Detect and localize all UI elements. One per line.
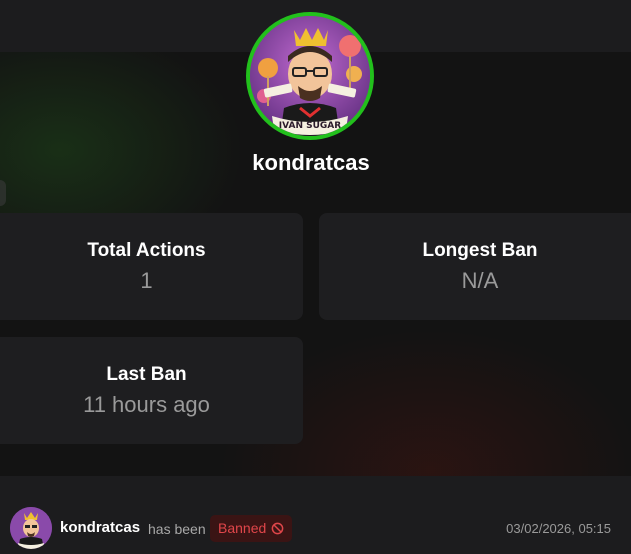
total-actions-card: Total Actions 1 bbox=[0, 213, 303, 320]
status-badge-label: Banned bbox=[218, 520, 267, 536]
activity-avatar[interactable] bbox=[10, 507, 52, 549]
activity-timestamp: 03/02/2026, 05:15 bbox=[506, 521, 611, 536]
activity-avatar-illustration bbox=[10, 507, 52, 549]
total-actions-value: 1 bbox=[140, 268, 153, 293]
activity-text: has been bbox=[148, 521, 206, 537]
profile-username: kondratcas bbox=[252, 150, 370, 175]
avatar-illustration: IVAN SUGAR bbox=[250, 16, 370, 136]
total-actions-label: Total Actions bbox=[87, 240, 206, 261]
longest-ban-value: N/A bbox=[461, 268, 499, 293]
last-ban-card: Last Ban 11 hours ago bbox=[0, 337, 303, 444]
longest-ban-label: Longest Ban bbox=[422, 240, 538, 261]
activity-row[interactable] bbox=[0, 476, 631, 554]
status-badge: Banned bbox=[210, 515, 293, 542]
background-decoration bbox=[0, 180, 6, 206]
avatar-text: IVAN SUGAR bbox=[279, 121, 341, 131]
last-ban-value: 11 hours ago bbox=[83, 392, 210, 417]
profile-avatar: IVAN SUGAR bbox=[246, 12, 374, 140]
ban-icon bbox=[271, 522, 284, 535]
activity-username[interactable]: kondratcas bbox=[60, 519, 140, 536]
last-ban-label: Last Ban bbox=[106, 364, 187, 385]
longest-ban-card: Longest Ban N/A bbox=[319, 213, 631, 320]
